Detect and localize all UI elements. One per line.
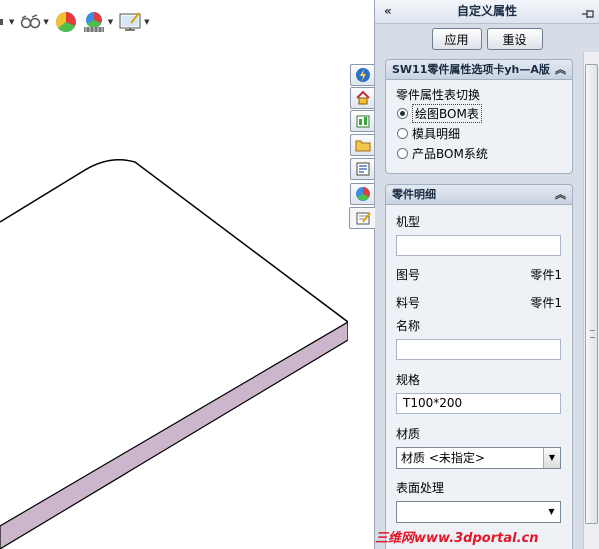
watermark-text: 三维网www.3dportal.cn (375, 531, 539, 546)
radio-label: 绘图BOM表 (412, 103, 482, 123)
material-label: 材质 (396, 427, 421, 441)
custom-properties-panel: « 自定义属性 应用 重设 SW11零件属性选项卡yh—A版 ︽ 零件属性表切换… (375, 0, 599, 549)
name-label: 名称 (396, 319, 421, 333)
folder-icon[interactable] (350, 134, 374, 156)
model-field[interactable] (396, 235, 561, 256)
radio-selected-icon[interactable] (397, 107, 408, 119)
heads-up-toolbar: ▼ ▼ ▼ ▼ (0, 6, 156, 38)
drawing-no-label: 图号 (396, 268, 421, 282)
material-no-label: 料号 (396, 296, 421, 310)
surface-select[interactable]: ▼ (396, 501, 561, 523)
scrollbar-thumb[interactable] (585, 64, 598, 524)
material-no-row: 料号 零件1 (396, 294, 562, 311)
task-pane-tabs (348, 0, 375, 549)
model-label: 机型 (396, 215, 421, 229)
radio-drawing-bom[interactable]: 绘图BOM表 (397, 103, 572, 123)
grip-icon (590, 330, 595, 338)
panel-buttons: 应用 重设 (375, 24, 599, 54)
appearance-icon[interactable] (55, 11, 77, 33)
radio-product-bom[interactable]: 产品BOM系统 (397, 143, 572, 163)
table-icon[interactable] (350, 110, 374, 132)
radio-label: 模具明细 (412, 126, 461, 141)
plate-model[interactable] (0, 0, 348, 549)
scene-icon[interactable]: ▼ (83, 11, 113, 33)
collapse-chevron-icon[interactable]: ︽ (555, 185, 566, 205)
collapse-chevron-icon[interactable]: ︽ (555, 60, 566, 80)
reset-button[interactable]: 重设 (486, 28, 543, 50)
part-detail-group: 零件明细 ︽ 机型 图号 零件1 料号 零件1 名称 规格 T100*200 材… (385, 184, 573, 549)
group-title: 零件明细 (392, 188, 436, 201)
group-header[interactable]: 零件明细 ︽ (386, 185, 572, 205)
radio-label: 产品BOM系统 (412, 146, 488, 161)
name-field[interactable] (396, 339, 561, 360)
property-manager-icon[interactable] (350, 64, 374, 86)
radio-unselected-icon[interactable] (397, 147, 408, 159)
group-header[interactable]: SW11零件属性选项卡yh—A版 ︽ (386, 60, 572, 80)
spec-field[interactable]: T100*200 (396, 393, 561, 414)
pin-icon[interactable] (581, 5, 595, 28)
material-select-value: 材质 <未指定> (401, 451, 485, 465)
group-title: SW11零件属性选项卡yh—A版 (392, 63, 550, 76)
appearance-tab-icon[interactable] (350, 183, 374, 205)
home-icon[interactable] (350, 87, 374, 109)
panel-title: 自定义属性 (456, 4, 517, 18)
property-tab-group: SW11零件属性选项卡yh—A版 ︽ 零件属性表切换 绘图BOM表 模具明细 产… (385, 59, 573, 174)
view-settings-icon[interactable]: ▼ (119, 11, 150, 33)
spec-label: 规格 (396, 373, 421, 387)
material-select[interactable]: 材质 <未指定> ▼ (396, 447, 561, 469)
view-orientation-icon[interactable]: ▼ (0, 15, 14, 29)
hide-show-items-icon[interactable]: ▼ (20, 14, 49, 30)
apply-button[interactable]: 应用 (431, 28, 482, 50)
panel-title-bar: « 自定义属性 (375, 0, 599, 24)
material-no-value: 零件1 (530, 296, 562, 310)
panel-scrollbar[interactable] (583, 52, 599, 549)
drawing-no-row: 图号 零件1 (396, 266, 562, 283)
collapse-panel-button[interactable]: « (384, 0, 392, 23)
radio-mold-detail[interactable]: 模具明细 (397, 123, 572, 143)
custom-properties-icon[interactable] (349, 207, 375, 229)
list-icon[interactable] (350, 158, 374, 180)
radio-unselected-icon[interactable] (397, 127, 408, 139)
dropdown-arrow-icon[interactable]: ▼ (543, 502, 560, 522)
drawing-no-value: 零件1 (530, 268, 562, 282)
graphics-area[interactable]: ▼ ▼ ▼ ▼ (0, 0, 348, 549)
dropdown-arrow-icon[interactable]: ▼ (543, 448, 560, 468)
surface-label: 表面处理 (396, 481, 445, 495)
switch-label: 零件属性表切换 (396, 88, 481, 102)
